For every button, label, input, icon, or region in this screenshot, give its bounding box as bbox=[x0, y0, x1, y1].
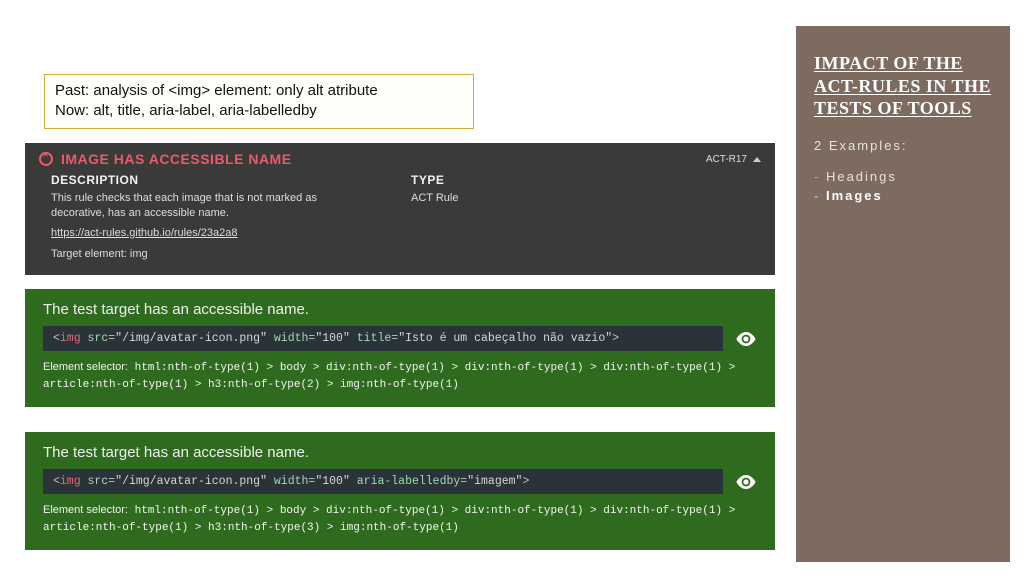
type-value: ACT Rule bbox=[411, 191, 458, 206]
sidebar-subtitle: 2 Examples: bbox=[814, 138, 992, 153]
note-line-past: Past: analysis of <img> element: only al… bbox=[55, 81, 463, 101]
element-selector: Element selector: html:nth-of-type(1) > … bbox=[25, 351, 775, 407]
test-message: The test target has an accessible name. bbox=[25, 432, 775, 469]
description-text: This rule checks that each image that is… bbox=[51, 191, 371, 222]
collapse-icon[interactable] bbox=[753, 157, 761, 162]
rule-header[interactable]: IMAGE HAS ACCESSIBLE NAME ACT-R17 bbox=[25, 143, 775, 169]
eye-icon[interactable] bbox=[735, 332, 757, 346]
rule-card: IMAGE HAS ACCESSIBLE NAME ACT-R17 DESCRI… bbox=[25, 143, 775, 275]
test-result-2: The test target has an accessible name. … bbox=[25, 432, 775, 550]
note-line-now: Now: alt, title, aria-label, aria-labell… bbox=[55, 101, 463, 121]
sidebar-item-images[interactable]: Images bbox=[814, 186, 992, 205]
rule-status-icon bbox=[39, 152, 53, 166]
type-heading: TYPE bbox=[411, 173, 458, 187]
sidebar: IMPACT OF THE ACT-RULES IN THE TESTS OF … bbox=[796, 26, 1010, 562]
test-result-1: The test target has an accessible name. … bbox=[25, 289, 775, 407]
target-element: Target element: img bbox=[51, 247, 371, 262]
eye-icon[interactable] bbox=[735, 475, 757, 489]
description-heading: DESCRIPTION bbox=[51, 173, 371, 187]
code-snippet: <img src="/img/avatar-icon.png" width="1… bbox=[43, 326, 723, 351]
code-snippet: <img src="/img/avatar-icon.png" width="1… bbox=[43, 469, 723, 494]
test-message: The test target has an accessible name. bbox=[25, 289, 775, 326]
sidebar-title: IMPACT OF THE ACT-RULES IN THE TESTS OF … bbox=[814, 52, 992, 120]
rule-code: ACT-R17 bbox=[706, 154, 747, 165]
rule-title: IMAGE HAS ACCESSIBLE NAME bbox=[61, 151, 292, 167]
element-selector: Element selector: html:nth-of-type(1) > … bbox=[25, 494, 775, 550]
sidebar-list: Headings Images bbox=[814, 167, 992, 205]
sidebar-item-headings[interactable]: Headings bbox=[814, 167, 992, 186]
comparison-note: Past: analysis of <img> element: only al… bbox=[44, 74, 474, 129]
rule-link[interactable]: https://act-rules.github.io/rules/23a2a8 bbox=[51, 226, 238, 241]
